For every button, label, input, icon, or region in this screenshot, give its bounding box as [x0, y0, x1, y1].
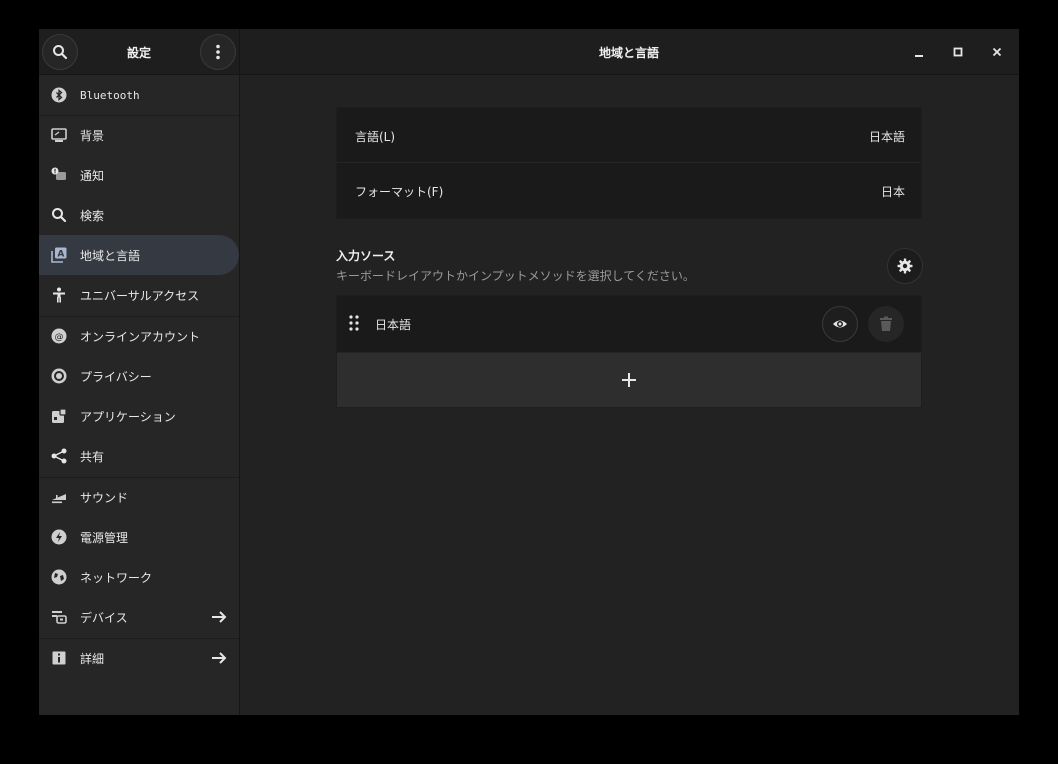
maximize-button[interactable]	[947, 41, 969, 63]
maximize-icon	[953, 47, 963, 57]
search-icon	[53, 45, 68, 60]
minimize-button[interactable]	[908, 41, 930, 63]
language-format-list: 言語(L) 日本語 フォーマット(F) 日本	[336, 107, 922, 219]
header-bar: 設定 地域と言語	[39, 29, 1019, 75]
sidebar-item-region-language[interactable]: A 地域と言語	[39, 235, 239, 275]
sidebar-item-online-accounts[interactable]: @ オンラインアカウント	[39, 316, 239, 356]
devices-icon	[51, 609, 67, 625]
arrow-right-icon	[212, 611, 227, 623]
accessibility-icon	[51, 287, 67, 303]
sound-icon	[51, 489, 67, 505]
language-value: 日本語	[868, 130, 905, 144]
input-sources-title: 入力ソース	[336, 249, 396, 263]
input-source-label: 日本語	[375, 318, 412, 332]
show-layout-button[interactable]	[822, 306, 858, 342]
sidebar-item-notifications[interactable]: 通知	[39, 155, 239, 195]
share-icon	[51, 448, 67, 464]
svg-text:@: @	[55, 333, 64, 343]
info-icon	[51, 650, 67, 666]
main-menu-button[interactable]	[200, 34, 236, 70]
add-input-source-button[interactable]	[337, 352, 921, 407]
sidebar-item-label: 検索	[80, 208, 105, 223]
sidebar-item-devices[interactable]: デバイス	[39, 597, 239, 637]
sidebar-item-background[interactable]: 背景	[39, 115, 239, 155]
main-header: 地域と言語	[240, 29, 1019, 75]
search-icon	[51, 207, 67, 223]
power-icon	[51, 529, 67, 545]
sidebar-item-search[interactable]: 検索	[39, 195, 239, 235]
format-label: フォーマット(F)	[355, 185, 444, 199]
language-label: 言語(L)	[355, 130, 396, 144]
sidebar-item-label: 電源管理	[80, 530, 129, 545]
sidebar-item-label: 詳細	[80, 651, 105, 666]
language-row[interactable]: 言語(L) 日本語	[337, 108, 921, 163]
network-icon	[51, 569, 67, 585]
search-button[interactable]	[42, 34, 78, 70]
input-sources-list: 日本語	[336, 295, 922, 408]
sidebar-item-details[interactable]: 詳細	[39, 638, 239, 678]
sidebar-item-label: プライバシー	[80, 369, 152, 384]
trash-icon	[880, 316, 892, 331]
gear-icon	[897, 258, 913, 274]
sidebar-item-label: 共有	[80, 449, 105, 464]
close-button[interactable]	[986, 41, 1008, 63]
sidebar-item-power[interactable]: 電源管理	[39, 517, 239, 557]
sidebar-header: 設定	[39, 29, 240, 75]
settings-window: 設定 地域と言語 Bluetooth 背景 通知 検索 A 地域と言語 ユニバー…	[39, 29, 1019, 715]
sidebar-item-bluetooth[interactable]: Bluetooth	[39, 75, 239, 115]
plus-icon	[622, 373, 636, 387]
sidebar-item-label: 背景	[80, 128, 105, 143]
sidebar-item-share[interactable]: 共有	[39, 436, 239, 476]
close-icon	[992, 47, 1002, 57]
sidebar: Bluetooth 背景 通知 検索 A 地域と言語 ユニバーサルアクセス @ …	[39, 75, 240, 715]
eye-icon	[833, 320, 847, 328]
region-language-icon: A	[51, 247, 67, 263]
sidebar-item-label: 通知	[80, 168, 105, 183]
sidebar-item-applications[interactable]: アプリケーション	[39, 396, 239, 436]
format-value: 日本	[880, 185, 905, 199]
sidebar-item-label: ネットワーク	[80, 570, 153, 585]
sidebar-item-accessibility[interactable]: ユニバーサルアクセス	[39, 275, 239, 315]
sidebar-item-label: 地域と言語	[80, 248, 141, 263]
applications-icon	[51, 408, 67, 424]
online-accounts-icon: @	[51, 328, 67, 344]
sidebar-item-label: アプリケーション	[80, 409, 176, 424]
sidebar-item-sound[interactable]: サウンド	[39, 477, 239, 517]
sidebar-item-label: Bluetooth	[80, 88, 140, 102]
sidebar-item-label: オンラインアカウント	[80, 329, 201, 344]
more-vertical-icon	[216, 44, 220, 60]
input-sources-options-button[interactable]	[887, 248, 923, 284]
main-content: 言語(L) 日本語 フォーマット(F) 日本 入力ソース キーボードレイアウトか…	[240, 75, 1019, 715]
sidebar-item-privacy[interactable]: プライバシー	[39, 356, 239, 396]
input-sources-subtitle: キーボードレイアウトかインプットメソッドを選択してください。	[336, 269, 695, 283]
svg-text:A: A	[57, 250, 64, 260]
sidebar-title: 設定	[127, 46, 152, 60]
background-icon	[51, 127, 67, 143]
drag-handle-icon[interactable]	[349, 315, 359, 331]
arrow-right-icon	[212, 652, 227, 664]
page-title: 地域と言語	[599, 46, 660, 60]
input-source-row[interactable]: 日本語	[337, 296, 921, 352]
sidebar-item-label: ユニバーサルアクセス	[80, 288, 200, 303]
sidebar-item-label: サウンド	[80, 490, 129, 505]
privacy-icon	[51, 368, 67, 384]
remove-source-button[interactable]	[868, 306, 904, 342]
notifications-icon	[51, 167, 67, 183]
format-row[interactable]: フォーマット(F) 日本	[337, 163, 921, 218]
sidebar-item-network[interactable]: ネットワーク	[39, 557, 239, 597]
minimize-icon	[915, 55, 923, 57]
sidebar-item-label: デバイス	[80, 610, 128, 625]
bluetooth-icon	[51, 87, 67, 103]
